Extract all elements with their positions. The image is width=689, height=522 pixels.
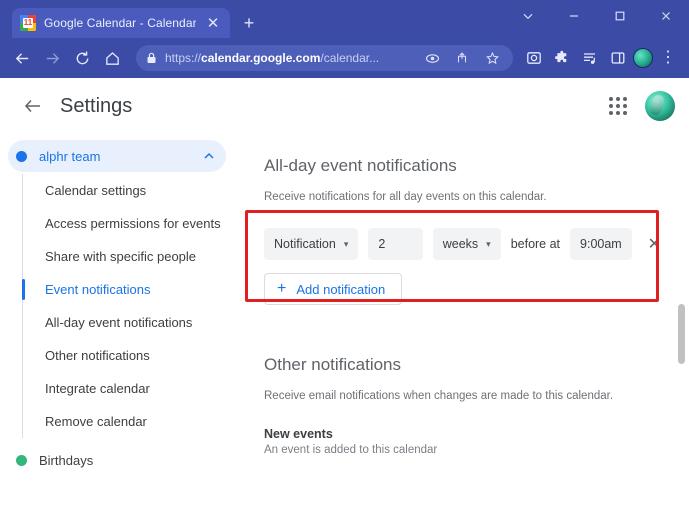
favicon-date-text: 11 <box>23 18 33 28</box>
new-tab-icon[interactable]: + <box>240 14 258 32</box>
reading-list-icon[interactable] <box>577 45 603 71</box>
plus-icon: + <box>277 280 287 297</box>
url-text: https://calendar.google.com/calendar... <box>165 51 380 65</box>
notification-type-dropdown[interactable]: Notification ▾ <box>264 228 359 260</box>
notification-amount-value: 2 <box>378 237 386 251</box>
page-title: Settings <box>60 94 133 117</box>
all-day-notifications-description: Receive notifications for all day events… <box>264 191 547 203</box>
settings-back-icon[interactable] <box>16 89 50 123</box>
sidebar-item-other-notifications[interactable]: Other notifications <box>23 339 240 372</box>
browser-menu-icon[interactable]: ⋮ <box>655 45 681 71</box>
browser-toolbar: https://calendar.google.com/calendar... … <box>0 38 689 78</box>
sidebar-item-access-permissions[interactable]: Access permissions for events <box>23 207 240 240</box>
all-day-notifications-title: All-day event notifications <box>264 156 457 175</box>
star-icon[interactable] <box>481 47 503 69</box>
side-panel-icon[interactable] <box>605 45 631 71</box>
maximize-icon[interactable] <box>597 0 643 32</box>
notification-time-input[interactable]: 9:00am <box>570 228 632 260</box>
chevron-up-icon[interactable] <box>202 149 216 163</box>
sidebar-item-share-with-specific-people[interactable]: Share with specific people <box>23 240 240 273</box>
sidebar-group-label: Birthdays <box>39 452 94 468</box>
sidebar-item-all-day-event-notifications[interactable]: All-day event notifications <box>23 306 240 339</box>
profile-avatar[interactable] <box>633 48 653 68</box>
apps-grid-icon[interactable] <box>603 91 633 121</box>
notification-time-value: 9:00am <box>580 237 622 251</box>
extensions-puzzle-icon[interactable] <box>549 45 575 71</box>
chevron-down-icon: ▾ <box>343 238 349 249</box>
remove-notification-icon[interactable]: ✕ <box>644 231 665 257</box>
address-bar[interactable]: https://calendar.google.com/calendar... <box>136 45 513 71</box>
notification-unit-value: weeks <box>442 237 479 251</box>
lock-icon <box>146 52 157 64</box>
reload-icon[interactable] <box>68 44 96 72</box>
eye-icon[interactable] <box>421 47 443 69</box>
other-notifications-title: Other notifications <box>264 355 402 374</box>
back-icon[interactable] <box>8 44 36 72</box>
home-icon[interactable] <box>98 44 126 72</box>
add-notification-label: Add notification <box>296 281 386 297</box>
settings-body: alphr team Calendar settings Access perm… <box>0 134 689 522</box>
notification-row: Notification ▾ 2 weeks ▾ before at 9:00a… <box>264 228 665 260</box>
account-avatar[interactable] <box>645 91 675 121</box>
share-icon[interactable] <box>451 47 473 69</box>
sidebar-item-calendar-settings[interactable]: Calendar settings <box>23 174 240 207</box>
other-notifications-description: Receive email notifications when changes… <box>264 390 614 402</box>
notification-type-value: Notification <box>274 237 336 251</box>
add-notification-button[interactable]: + Add notification <box>264 273 403 305</box>
sidebar-item-event-notifications[interactable]: Event notifications <box>22 273 240 306</box>
google-calendar-favicon: 11 <box>20 15 36 31</box>
tab-title: Google Calendar - Calendar setti <box>44 16 196 30</box>
forward-icon[interactable] <box>38 44 66 72</box>
screenshot-icon[interactable] <box>521 45 547 71</box>
page-content: Settings alphr team Calendar settings Ac… <box>0 78 689 522</box>
close-tab-icon[interactable]: ✕ <box>204 14 222 32</box>
new-events-label: New events <box>264 427 333 441</box>
close-window-icon[interactable] <box>643 0 689 32</box>
settings-main: All-day event notifications Receive noti… <box>240 134 689 522</box>
tab-search-chevron-down-icon[interactable] <box>505 0 551 32</box>
sidebar-item-remove-calendar[interactable]: Remove calendar <box>23 405 240 438</box>
new-events-description: An event is added to this calendar <box>264 444 438 456</box>
notification-unit-dropdown[interactable]: weeks ▾ <box>432 228 501 260</box>
sidebar-group-label: alphr team <box>39 148 101 164</box>
browser-tab[interactable]: 11 Google Calendar - Calendar setti ✕ <box>12 8 230 38</box>
calendar-color-dot <box>16 454 27 466</box>
notification-amount-input[interactable]: 2 <box>368 228 423 260</box>
sidebar-group-birthdays[interactable]: Birthdays <box>8 444 226 476</box>
sidebar-group-alphr-team[interactable]: alphr team <box>8 140 226 172</box>
chevron-down-icon: ▾ <box>486 238 491 249</box>
before-at-label: before at <box>510 237 561 251</box>
window-controls <box>505 0 689 32</box>
settings-sidebar: alphr team Calendar settings Access perm… <box>0 134 240 522</box>
calendar-color-dot <box>16 150 27 162</box>
scrollbar-thumb[interactable] <box>678 304 685 364</box>
browser-window: 11 Google Calendar - Calendar setti ✕ + <box>0 0 689 522</box>
minimize-icon[interactable] <box>551 0 597 32</box>
sidebar-item-integrate-calendar[interactable]: Integrate calendar <box>23 372 240 405</box>
sidebar-subitems: Calendar settings Access permissions for… <box>22 174 240 438</box>
tab-strip: 11 Google Calendar - Calendar setti ✕ + <box>0 0 689 38</box>
scrollbar-track[interactable] <box>676 134 688 522</box>
settings-header: Settings <box>0 78 689 134</box>
